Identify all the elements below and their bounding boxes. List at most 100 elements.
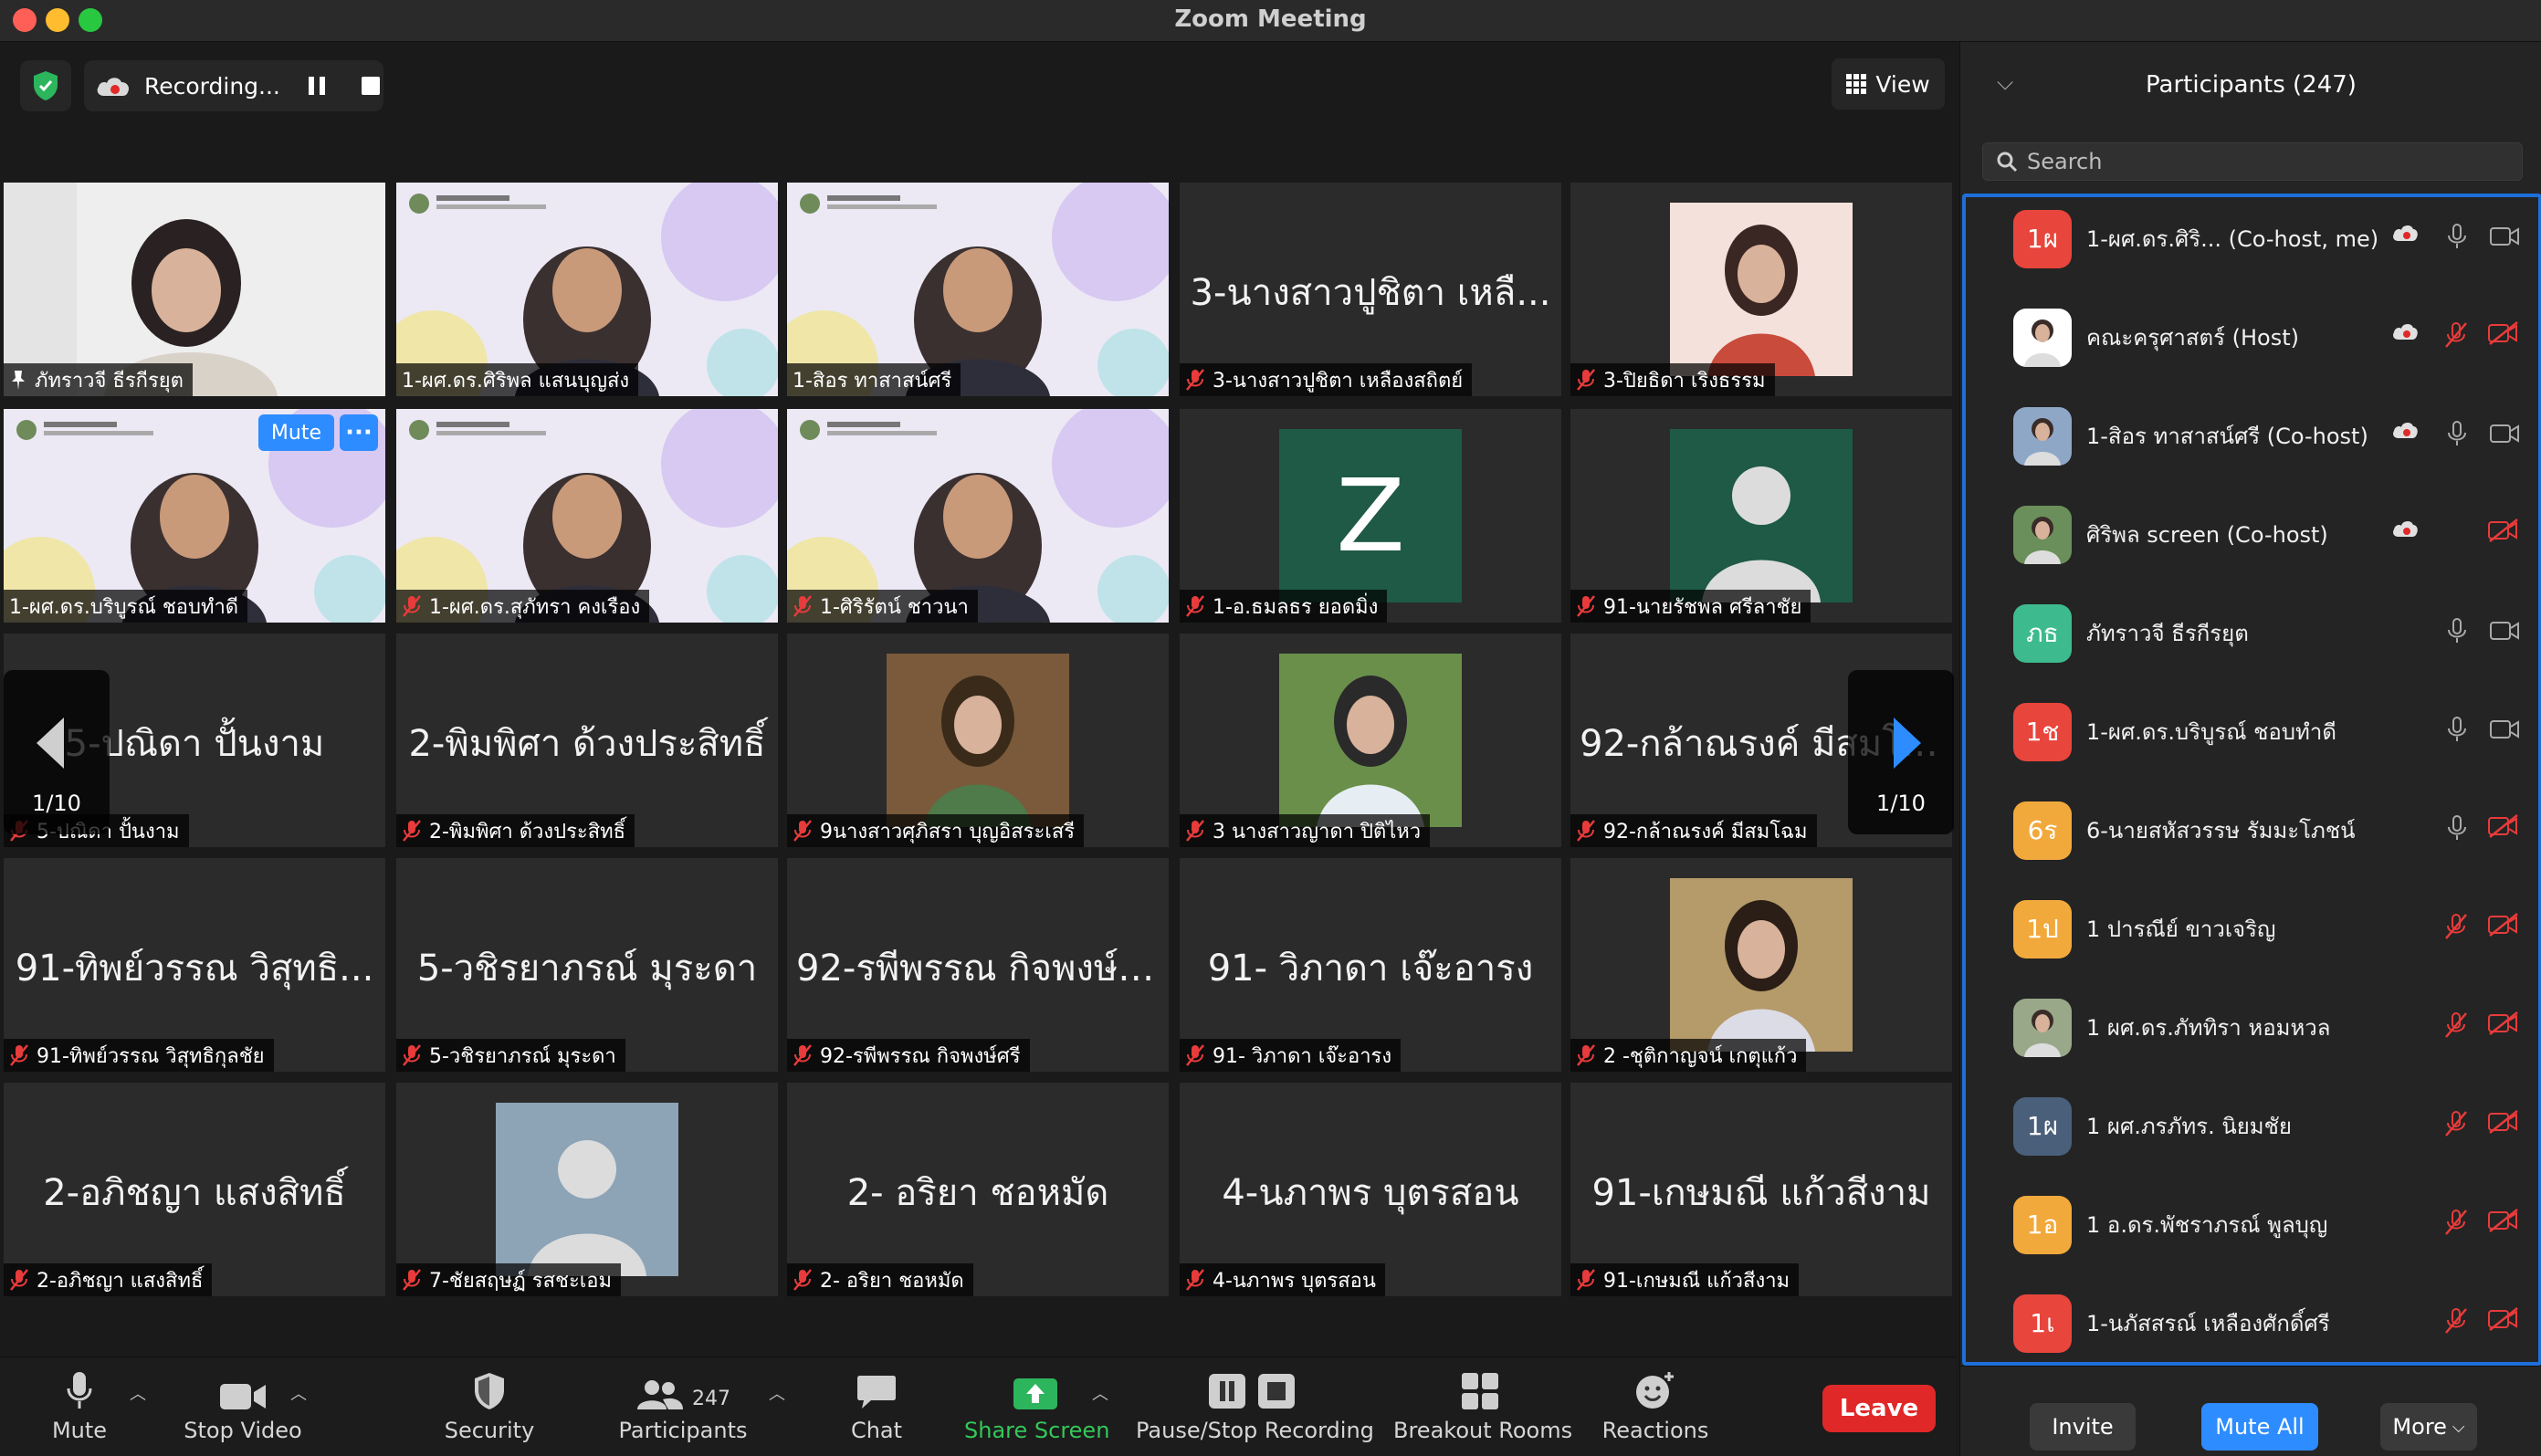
participant-video-tile[interactable]: 2-พิมพิศา ด้วงประสิทธิ์ 2-พิมพิศา ด้วงประ… (396, 634, 778, 847)
participant-name-tag: 91- วิภาดา เจ๊ะอารง (1180, 1039, 1402, 1072)
video-off-icon[interactable] (2488, 321, 2518, 349)
muted-microphone-icon[interactable] (2444, 321, 2472, 349)
participant-video-tile[interactable]: 5-วชิรยาภรณ์ มุระดา 5-วชิรยาภรณ์ มุระดา (396, 858, 778, 1072)
previous-page-button[interactable]: 1/10 (4, 670, 110, 834)
participant-video-tile[interactable]: 1-ผศ.ดร.ศิริพล แสนบุญส่ง (396, 183, 778, 396)
reactions-button[interactable]: Reactions (1600, 1357, 1711, 1456)
chat-button[interactable]: Chat (842, 1357, 911, 1456)
next-page-button[interactable]: 1/10 (1848, 670, 1954, 834)
participant-row[interactable]: คณะครุศาสตร์ (Host) (1966, 288, 2538, 376)
participant-video-tile[interactable]: 3-ปิยธิดา เริงธรรม (1570, 183, 1952, 396)
muted-microphone-icon (1185, 1043, 1205, 1067)
participant-name-tag: 1-ผศ.ดร.บริบูรณ์ ชอบทำดี (4, 590, 248, 623)
muted-microphone-icon (1576, 1043, 1596, 1067)
participant-video-tile[interactable]: 91-ทิพย์วรรณ วิสุทธิ... 91-ทิพย์วรรณ วิสุ… (4, 858, 385, 1072)
video-off-icon[interactable] (2488, 814, 2518, 842)
video-camera-icon[interactable] (2490, 226, 2519, 254)
more-options-button[interactable]: More ⌵ (2380, 1403, 2477, 1451)
participant-name: 5-วชิรยาภรณ์ มุระดา (429, 1044, 616, 1068)
participant-avatar (2013, 309, 2072, 367)
breakout-rooms-button[interactable]: Breakout Rooms (1393, 1357, 1572, 1456)
share-screen-button[interactable]: Share Screen (964, 1357, 1109, 1456)
participant-video-tile[interactable]: 1-ศิริรัตน์ ชาวนา (787, 409, 1169, 623)
participant-row[interactable]: ภธ ภัทราวจี ธีรกีรยุต (1966, 584, 2538, 672)
muted-microphone-icon[interactable] (2444, 1307, 2472, 1335)
microphone-icon[interactable] (2446, 223, 2473, 250)
microphone-icon[interactable] (2446, 617, 2473, 644)
participant-search-input[interactable]: Search (1982, 142, 2523, 181)
microphone-icon[interactable] (2446, 420, 2473, 447)
participant-name: 1-ศิริรัตน์ ชาวนา (820, 595, 969, 619)
share-options-caret-icon[interactable]: ︿ (1092, 1381, 1108, 1405)
participant-video-tile[interactable]: 91-นายรัชพล ศรีลาชัย (1570, 409, 1952, 623)
invite-button[interactable]: Invite (2030, 1403, 2136, 1451)
stop-video-button[interactable]: Stop Video (179, 1357, 307, 1456)
participant-row[interactable]: 1 ผศ.ดร.ภัททิรา หอมหวล (1966, 979, 2538, 1066)
leave-button[interactable]: Leave (1822, 1385, 1936, 1432)
muted-microphone-icon[interactable] (2444, 913, 2472, 940)
muted-microphone-icon[interactable] (2444, 1011, 2472, 1039)
participants-label: Participants (618, 1418, 748, 1443)
view-button[interactable]: View (1832, 58, 1945, 110)
participant-name: 92-รพีพรรณ กิจพงษ์ศรี (820, 1044, 1021, 1068)
participants-button[interactable]: 247 Participants (617, 1357, 749, 1456)
microphone-icon[interactable] (2446, 814, 2473, 842)
participant-row[interactable]: ศิริพล screen (Co-host) (1966, 486, 2538, 573)
participant-video-tile[interactable]: 2-อภิชญา แสงสิทธิ์ 2-อภิชญา แสงสิทธิ์ (4, 1083, 385, 1296)
video-off-icon[interactable] (2488, 1307, 2518, 1335)
participant-avatar: 1เ (2013, 1294, 2072, 1353)
stop-recording-icon[interactable] (362, 77, 380, 95)
participant-video-tile[interactable]: 7-ชัยสฤษฏ์ รสชะเอม (396, 1083, 778, 1296)
participant-row[interactable]: 1ช 1-ผศ.ดร.บริบูรณ์ ชอบทำดี (1966, 683, 2538, 770)
video-off-icon[interactable] (2488, 519, 2518, 546)
participant-video-tile[interactable]: 4-นภาพร บุตรสอน 4-นภาพร บุตรสอน (1180, 1083, 1561, 1296)
stop-video-label: Stop Video (184, 1418, 302, 1443)
participant-video-tile[interactable]: 2 -ชุติกาญจน์ เกตุแก้ว (1570, 858, 1952, 1072)
participant-row[interactable]: 1ผ 1-ผศ.ดร.ศิริ... (Co-host, me) (1966, 197, 2538, 278)
participant-video-tile[interactable]: 3 นางสาวญาดา ปิติไหว (1180, 634, 1561, 847)
muted-microphone-icon[interactable] (2444, 1110, 2472, 1137)
video-camera-icon[interactable] (2490, 719, 2519, 747)
video-camera-icon[interactable] (2490, 621, 2519, 648)
more-label: More (2392, 1414, 2447, 1440)
cloud-recording-icon (2391, 321, 2419, 349)
video-off-icon[interactable] (2488, 1011, 2518, 1039)
encryption-shield-icon[interactable] (20, 60, 71, 111)
participant-video-tile[interactable]: 1-สิอร ทาสาสน์ศรี (787, 183, 1169, 396)
video-camera-icon[interactable] (2490, 424, 2519, 451)
participant-video-tile[interactable]: Mute ··· 1-ผศ.ดร.บริบูรณ์ ชอบทำดี (4, 409, 385, 623)
participant-name-tag: 4-นภาพร บุตรสอน (1180, 1263, 1385, 1296)
participant-video-tile[interactable]: 2- อริยา ชอหมัด 2- อริยา ชอหมัด (787, 1083, 1169, 1296)
video-options-caret-icon[interactable]: ︿ (290, 1381, 307, 1405)
microphone-icon[interactable] (2446, 716, 2473, 743)
participants-options-caret-icon[interactable]: ︿ (769, 1381, 785, 1405)
video-camera-icon (220, 1384, 266, 1409)
participant-row[interactable]: 1-สิอร ทาสาสน์ศรี (Co-host) (1966, 387, 2538, 475)
tile-mute-button[interactable]: Mute (257, 414, 334, 451)
participant-video-tile[interactable]: 9นางสาวศุภิสรา บุญอิสระเสรี (787, 634, 1169, 847)
participant-row[interactable]: 1ป 1 ปารณีย์ ขาวเจริญ (1966, 880, 2538, 968)
participant-video-tile[interactable]: 3-นางสาวปูชิตา เหลื... 3-นางสาวปูชิตา เหล… (1180, 183, 1561, 396)
participant-video-tile[interactable]: 92-รพีพรรณ กิจพงษ์ศรี 92-รพีพรรณ กิจพงษ์ศ… (787, 858, 1169, 1072)
participant-row[interactable]: 1ผ 1 ผศ.ภรภัทร. นิยมชัย (1966, 1077, 2538, 1165)
mute-button[interactable]: Mute (37, 1357, 122, 1456)
pause-recording-icon[interactable] (309, 77, 325, 95)
participant-video-tile[interactable]: ภัทราวจี ธีรกีรยุต (4, 183, 385, 396)
participant-name-tag: 91-นายรัชพล ศรีลาชัย (1570, 590, 1811, 623)
tile-more-button[interactable]: ··· (340, 414, 378, 451)
participant-video-tile[interactable]: Z 1-อ.ธมลธร ยอดมิ่ง (1180, 409, 1561, 623)
video-off-icon[interactable] (2488, 1110, 2518, 1137)
video-off-icon[interactable] (2488, 913, 2518, 940)
video-off-icon[interactable] (2488, 1209, 2518, 1236)
pause-stop-recording-button[interactable]: Pause/Stop Recording (1136, 1357, 1374, 1456)
participant-video-tile[interactable]: 91- วิภาดา เจ๊ะอารง 91- วิภาดา เจ๊ะอารง (1180, 858, 1561, 1072)
participant-row[interactable]: 1เ 1-นภัสสรณ์ เหลืองศักดิ์ศรี (1966, 1274, 2538, 1362)
muted-microphone-icon[interactable] (2444, 1209, 2472, 1236)
security-button[interactable]: Security (438, 1357, 541, 1456)
participant-row[interactable]: 1อ 1 อ.ดร.พัชราภรณ์ พูลบุญ (1966, 1176, 2538, 1263)
audio-options-caret-icon[interactable]: ︿ (130, 1381, 146, 1405)
participant-video-tile[interactable]: 1-ผศ.ดร.สุภัทรา คงเรือง (396, 409, 778, 623)
mute-all-button[interactable]: Mute All (2201, 1403, 2318, 1451)
participant-video-tile[interactable]: 91-เกษมณี แก้วสีงาม 91-เกษมณี แก้วสีงาม (1570, 1083, 1952, 1296)
participant-row[interactable]: 6ร 6-นายสหัสวรรษ รัมมะโภชน์ (1966, 781, 2538, 869)
